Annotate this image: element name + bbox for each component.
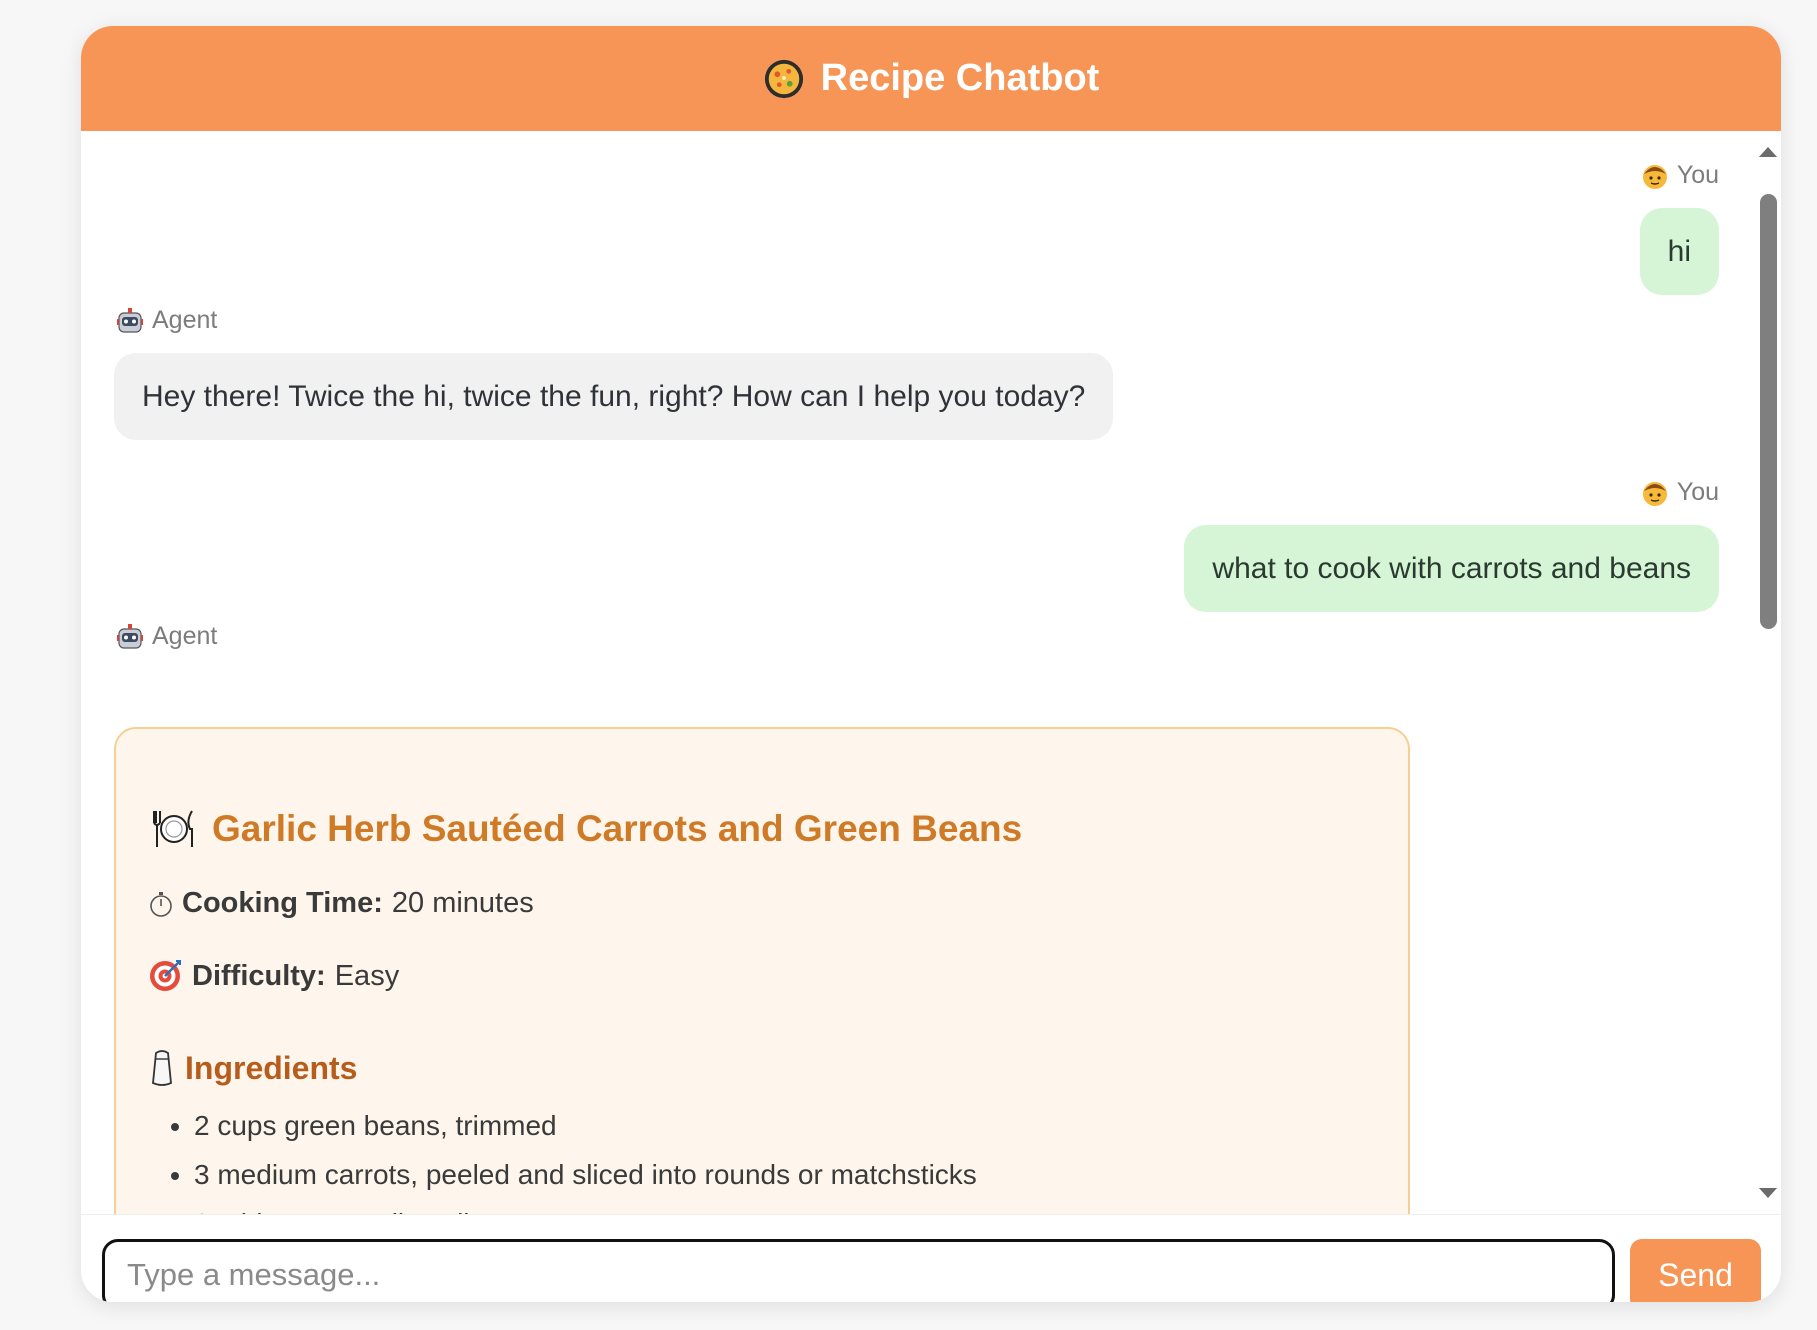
recipe-title: Garlic Herb Sautéed Carrots and Green Be… bbox=[152, 807, 1022, 851]
sender-label-agent: Agent bbox=[116, 622, 217, 651]
difficulty-row: Difficulty: Easy bbox=[148, 959, 399, 993]
scroll-down-arrow-icon[interactable] bbox=[1759, 1188, 1777, 1198]
sender-name: Agent bbox=[152, 622, 218, 650]
recipe-card: Garlic Herb Sautéed Carrots and Green Be… bbox=[114, 727, 1410, 1214]
sender-label-user: You bbox=[1641, 161, 1719, 190]
user-message-bubble: hi bbox=[1639, 208, 1719, 295]
agent-message-bubble: Hey there! Twice the hi, twice the fun, … bbox=[114, 353, 1114, 440]
boy-face-icon bbox=[1642, 481, 1667, 506]
target-icon bbox=[150, 960, 181, 991]
cooking-time-label: Cooking Time: bbox=[182, 887, 383, 919]
sender-label-agent: Agent bbox=[116, 306, 217, 335]
chat-window: Recipe Chatbot You hi Agent Hey there! T… bbox=[81, 26, 1781, 1302]
stopwatch-icon bbox=[150, 891, 172, 917]
ingredient-item: 3 medium carrots, peeled and sliced into… bbox=[194, 1150, 977, 1199]
message-scrollbar[interactable] bbox=[1755, 131, 1781, 1214]
scroll-thumb[interactable] bbox=[1760, 194, 1777, 629]
paella-icon bbox=[764, 59, 803, 98]
salt-shaker-icon bbox=[152, 1050, 172, 1086]
scroll-up-arrow-icon[interactable] bbox=[1759, 147, 1777, 157]
cooking-time-row: Cooking Time: 20 minutes bbox=[148, 887, 534, 920]
ingredients-list: 2 cups green beans, trimmed 3 medium car… bbox=[154, 1101, 977, 1214]
ingredients-heading: Ingredients bbox=[149, 1049, 357, 1087]
recipe-title-text: Garlic Herb Sautéed Carrots and Green Be… bbox=[212, 808, 1023, 849]
difficulty-value: Easy bbox=[334, 959, 400, 992]
robot-face-icon bbox=[117, 307, 143, 333]
sender-label-user: You bbox=[1641, 478, 1719, 507]
sender-name: You bbox=[1676, 478, 1719, 506]
ingredients-heading-text: Ingredients bbox=[185, 1049, 358, 1086]
boy-face-icon bbox=[1642, 164, 1667, 189]
cooking-time-value: 20 minutes bbox=[391, 887, 534, 919]
send-button[interactable]: Send bbox=[1630, 1239, 1761, 1302]
user-message-bubble: what to cook with carrots and beans bbox=[1184, 525, 1719, 612]
message-list[interactable]: You hi Agent Hey there! Twice the hi, tw… bbox=[81, 131, 1781, 1214]
robot-face-icon bbox=[117, 623, 143, 649]
composer-bar: Send bbox=[81, 1214, 1781, 1302]
sender-name: Agent bbox=[152, 306, 218, 334]
message-input[interactable] bbox=[102, 1239, 1615, 1302]
ingredient-item: 2 tablespoons olive oil bbox=[194, 1199, 977, 1214]
header-title: Recipe Chatbot bbox=[820, 57, 1100, 99]
plate-cutlery-icon bbox=[153, 810, 193, 847]
ingredient-item: 2 cups green beans, trimmed bbox=[194, 1101, 977, 1150]
chat-header: Recipe Chatbot bbox=[81, 26, 1781, 131]
difficulty-label: Difficulty: bbox=[192, 959, 326, 992]
sender-name: You bbox=[1676, 161, 1719, 189]
